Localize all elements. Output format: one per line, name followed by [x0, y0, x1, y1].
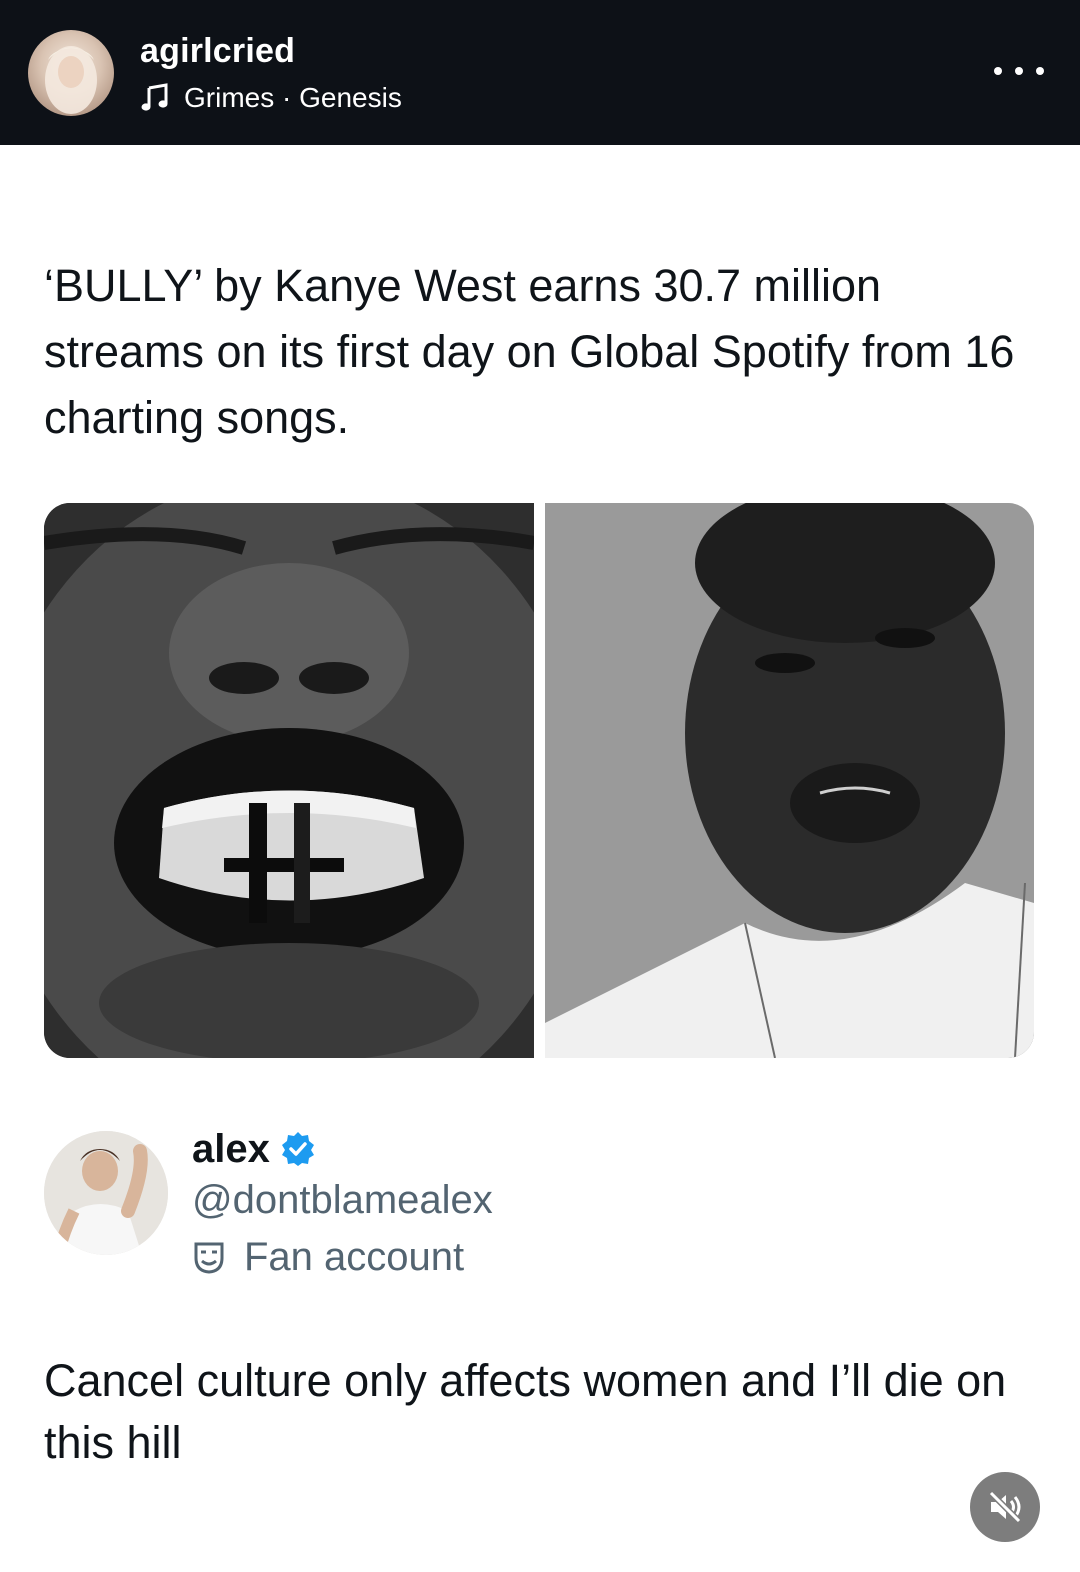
speaker-muted-icon	[988, 1490, 1022, 1524]
music-info[interactable]: Grimes · Genesis	[140, 80, 402, 116]
tweet-image-grill[interactable]	[44, 503, 534, 1058]
quoted-name-row[interactable]: alex	[192, 1124, 316, 1174]
theater-mask-icon	[194, 1242, 224, 1274]
mute-button[interactable]	[970, 1472, 1040, 1542]
music-note-icon	[141, 83, 168, 111]
verified-badge-icon	[281, 1132, 314, 1166]
quoted-avatar[interactable]	[44, 1131, 168, 1255]
avatar[interactable]	[28, 30, 114, 116]
more-options-button[interactable]	[994, 58, 1044, 84]
post-header: agirlcried Grimes · Genesis	[0, 0, 1080, 145]
fan-account-label: Fan account	[244, 1234, 465, 1279]
music-track-label: Grimes · Genesis	[184, 82, 402, 113]
display-name[interactable]: alex	[192, 1127, 270, 1172]
handle[interactable]: @dontblamealex	[192, 1178, 493, 1223]
username[interactable]: agirlcried	[140, 32, 295, 71]
tweet-text: ‘BULLY’ by Kanye West earns 30.7 million…	[44, 260, 1015, 443]
quoted-tweet-text: Cancel culture only affects women and I’…	[44, 1355, 1007, 1468]
tweet-image-portrait[interactable]	[545, 503, 1034, 1058]
account-label: Fan account	[192, 1234, 464, 1280]
more-horizontal-icon	[994, 67, 1002, 75]
